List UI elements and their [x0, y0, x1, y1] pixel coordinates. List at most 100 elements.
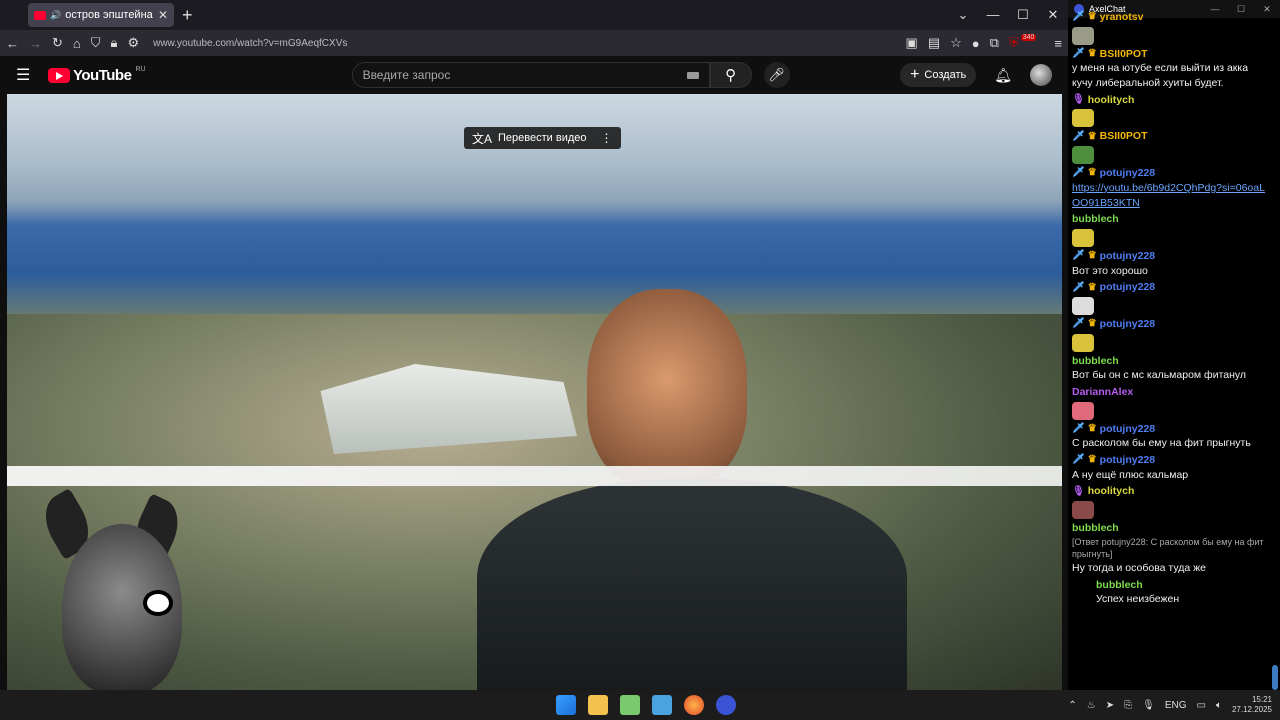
chat-username[interactable]: potujny228 [1100, 280, 1155, 295]
minimize-button[interactable]: — [978, 7, 1008, 23]
chat-username[interactable]: hoolitych [1088, 93, 1135, 108]
chat-author[interactable]: 🗡︎ ♛ BSII0POT [1072, 129, 1268, 144]
more-options-icon[interactable]: ⋮ [601, 131, 613, 145]
chat-username[interactable]: bubblech [1096, 578, 1143, 593]
chat-username[interactable]: bubblech [1072, 212, 1119, 227]
chat-author[interactable]: 🗡︎ ♛ potujny228 [1072, 422, 1268, 437]
reader-icon[interactable]: ▤ [928, 35, 940, 51]
chat-scrollbar[interactable] [1272, 665, 1278, 690]
chat-author[interactable]: bubblech [1072, 521, 1268, 536]
home-icon[interactable]: ⌂ [73, 36, 81, 51]
chat-username[interactable]: potujny228 [1100, 249, 1155, 264]
video-player[interactable]: 文A Перевести видео ⋮ [7, 94, 1062, 690]
tab-close-icon[interactable]: ✕ [158, 8, 168, 22]
chat-author[interactable]: bubblech [1072, 212, 1268, 227]
close-window-button[interactable]: ✕ [1038, 7, 1068, 23]
chat-author[interactable]: 🗡︎ ♛ potujny228 [1072, 317, 1268, 332]
chat-author[interactable]: 🗡︎ ♛ potujny228 [1072, 280, 1268, 295]
search-placeholder: Введите запрос [362, 68, 451, 82]
volume-icon[interactable]: 🔈︎ [1216, 700, 1222, 711]
chat-emote-icon [1072, 109, 1094, 128]
lock-icon[interactable]: 🔒︎ [111, 35, 118, 51]
chat-author[interactable]: bubblech [1072, 354, 1268, 369]
bookmark-star-icon[interactable]: ☆ [950, 35, 962, 51]
audio-playing-icon[interactable]: 🔊 [50, 10, 61, 21]
chat-username[interactable]: BSII0POT [1100, 129, 1148, 144]
chat-message-list[interactable]: 🗡︎ ♛ yranotsv 🗡︎ ♛ BSII0POT у меня на ютубе ес… [1072, 10, 1268, 609]
permissions-icon[interactable]: ⚙︎ [127, 35, 139, 51]
shield-icon[interactable]: ⛉ [91, 35, 101, 51]
chat-username[interactable]: potujny228 [1100, 422, 1155, 437]
axelchat-taskbar-icon[interactable] [716, 695, 736, 715]
chat-username[interactable]: potujny228 [1100, 166, 1155, 181]
chat-author[interactable]: 🗡︎ ♛ potujny228 [1072, 453, 1268, 468]
mic-badge-icon: 🎙︎ [1072, 94, 1085, 106]
chat-message [1072, 146, 1268, 165]
tab-active[interactable]: 🔊 остров эпштейна - YouTube ✕ [28, 3, 174, 27]
notepad-icon[interactable] [620, 695, 640, 715]
create-button[interactable]: + Создать [900, 63, 977, 87]
firefox-icon[interactable] [684, 695, 704, 715]
chat-message: 🗡︎ ♛ potujny228 https://youtu.be/6b9d2CQhPd… [1072, 166, 1268, 210]
chat-username[interactable]: potujny228 [1100, 453, 1155, 468]
chat-author[interactable]: 🎙︎ hoolitych [1072, 484, 1268, 499]
tray-mic-icon[interactable]: 🎙︎ [1142, 700, 1155, 711]
start-icon[interactable] [556, 695, 576, 715]
usb-icon[interactable]: ⎘ [1124, 700, 1132, 711]
tab-list-chevron-icon[interactable]: ⌄ [948, 7, 978, 23]
chat-message: 🗡︎ ♛ potujny228 А ну ещё плюс кальмар [1072, 453, 1268, 482]
pip-icon[interactable]: ▣ [906, 35, 918, 51]
chat-author[interactable]: DariannAlex [1072, 385, 1268, 400]
back-arrow-icon[interactable]: ← [6, 36, 19, 51]
account-icon[interactable]: ● [972, 36, 980, 51]
search-input[interactable]: Введите запрос [351, 62, 710, 88]
chat-username[interactable]: BSII0POT [1100, 47, 1148, 62]
chat-author[interactable]: 🗡︎ ♛ yranotsv [1072, 10, 1268, 25]
chat-author[interactable]: 🗡︎ ♛ potujny228 [1072, 249, 1268, 264]
chat-username[interactable]: bubblech [1072, 521, 1119, 536]
forward-arrow-icon[interactable]: → [29, 36, 42, 51]
voice-search-button[interactable]: 🎤︎ [763, 62, 790, 88]
chat-link[interactable]: https://youtu.be/6b9d2CQhPdg?si=06oaLOO9… [1072, 181, 1268, 210]
chat-username[interactable]: yranotsv [1100, 10, 1144, 25]
chat-username[interactable]: bubblech [1072, 354, 1119, 369]
chat-author[interactable]: 🗡︎ ♛ BSII0POT [1072, 47, 1268, 62]
chat-author[interactable]: 🎙︎ hoolitych [1072, 93, 1268, 108]
new-tab-button[interactable]: + [182, 5, 193, 26]
ublock-icon[interactable]: ⛨ [1009, 35, 1019, 51]
url-bar[interactable]: www.youtube.com/watch?v=mG9AeqfCXVs [153, 38, 347, 49]
sword-badge-icon: 🗡︎ [1072, 48, 1085, 60]
keyboard-icon[interactable] [686, 71, 699, 79]
hamburger-menu-icon[interactable]: ☰ [16, 65, 38, 85]
chat-username[interactable]: potujny228 [1100, 317, 1155, 332]
chat-author[interactable]: 🗡︎ ♛ potujny228 [1072, 166, 1268, 181]
network-icon[interactable]: ▭ [1197, 700, 1206, 711]
chat-author[interactable]: bubblech [1096, 578, 1268, 593]
tray-chevron-icon[interactable]: ⌃ [1068, 700, 1076, 711]
steam-icon[interactable]: ♨︎ [1087, 700, 1096, 711]
youtube-favicon-icon [34, 10, 46, 20]
clock[interactable]: 15:21 27.12.2025 [1232, 695, 1272, 716]
chat-message: bubblech [Ответ potujny228: С расколом бы… [1072, 521, 1268, 576]
chat-username[interactable]: DariannAlex [1072, 385, 1133, 400]
youtube-header: ☰ YouTube RU Введите запрос ⚲ 🎤︎ + Созда… [0, 56, 1068, 94]
chat-text: А ну ещё плюс кальмар [1072, 468, 1189, 481]
file-explorer-icon[interactable] [588, 695, 608, 715]
telegram-icon[interactable]: ➤ [1106, 700, 1114, 711]
youtube-logo[interactable]: YouTube RU [48, 65, 146, 84]
calculator-icon[interactable] [652, 695, 672, 715]
menu-icon[interactable]: ≡ [1054, 36, 1062, 51]
translate-video-button[interactable]: 文A Перевести видео ⋮ [464, 127, 621, 149]
chat-username[interactable]: hoolitych [1088, 484, 1135, 499]
region-code: RU [135, 65, 146, 73]
crown-badge-icon: ♛ [1087, 423, 1097, 435]
extensions-icon[interactable]: ⧉ [990, 35, 999, 51]
translate-label: Перевести видео [498, 132, 587, 144]
chat-message: DariannAlex [1072, 385, 1268, 400]
language-indicator[interactable]: ENG [1165, 700, 1187, 711]
reload-icon[interactable]: ↻ [52, 35, 63, 51]
avatar[interactable] [1030, 64, 1052, 86]
search-button[interactable]: ⚲ [709, 62, 752, 88]
notifications-bell-icon[interactable]: 🔔︎ [994, 67, 1012, 84]
maximize-button[interactable]: ☐ [1008, 7, 1038, 23]
